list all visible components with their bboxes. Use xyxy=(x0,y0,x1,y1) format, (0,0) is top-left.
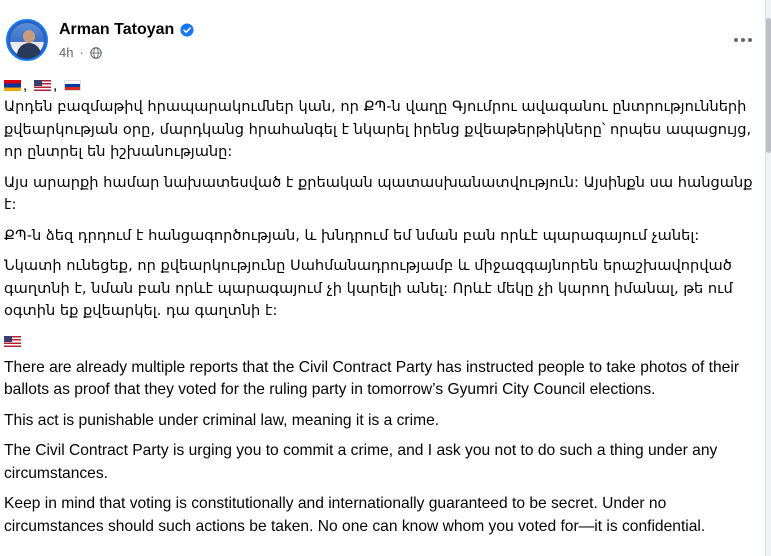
verified-badge-icon xyxy=(180,23,194,37)
russia-flag-icon xyxy=(64,79,82,91)
english-section-flag xyxy=(4,331,762,353)
globe-icon[interactable] xyxy=(90,46,102,59)
avatar-figure-head xyxy=(23,30,35,43)
armenia-flag-icon xyxy=(4,79,21,91)
english-paragraph: The Civil Contract Party is urging you t… xyxy=(4,442,718,482)
flags-row: , , xyxy=(4,74,762,96)
scrollbar-thumb[interactable] xyxy=(766,18,771,153)
armenian-paragraph: ՔՊ-ն ձեզ դրդում է հանցագործության, և խնդ… xyxy=(4,226,700,244)
avatar[interactable] xyxy=(6,19,48,61)
avatar-photo xyxy=(10,23,44,59)
post-header: Arman Tatoyan 4h · xyxy=(0,0,765,70)
post-body: , , Արդեն բազմաթիվ հրապարակումներ կան, ո… xyxy=(4,74,762,546)
english-paragraph: This act is punishable under criminal la… xyxy=(4,411,440,429)
author-name[interactable]: Arman Tatoyan xyxy=(59,21,174,39)
post-card: Arman Tatoyan 4h · , , Արդեն բազմաթիվ հր… xyxy=(0,0,766,556)
english-paragraph: Keep in mind that voting is constitution… xyxy=(4,495,706,535)
armenian-paragraph: Արդեն բազմաթիվ հրապարակումներ կան, որ ՔՊ… xyxy=(4,98,752,160)
meta-separator: · xyxy=(79,45,84,60)
post-meta: 4h · xyxy=(59,45,102,60)
english-paragraph: There are already multiple reports that … xyxy=(4,358,740,399)
flag-separator: , xyxy=(53,76,58,94)
author-name-row: Arman Tatoyan xyxy=(59,21,194,39)
usa-flag-icon xyxy=(34,79,52,91)
post-timestamp[interactable]: 4h xyxy=(59,45,73,60)
usa-flag-icon xyxy=(4,336,21,347)
more-options-icon[interactable] xyxy=(728,28,758,52)
flag-separator: , xyxy=(23,76,28,94)
armenian-paragraph: Նկատի ունեցեք, որ քվեարկությունը Սահմանա… xyxy=(4,257,733,319)
armenian-paragraph: Այս արարքի համար նախատեսված է քրեական պա… xyxy=(4,173,753,214)
avatar-figure-body xyxy=(17,43,41,59)
